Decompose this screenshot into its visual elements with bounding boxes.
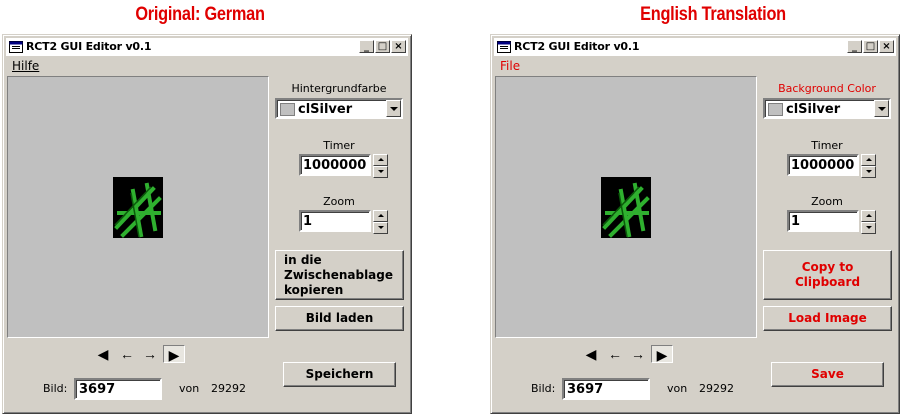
background-color-label: Background Color	[778, 82, 876, 95]
background-color-select[interactable]: clSilver	[763, 98, 891, 119]
first-arrow-icon[interactable]: ◀	[580, 345, 602, 363]
image-number-input[interactable]: 3697	[562, 378, 650, 400]
zoom-input[interactable]: 1	[787, 210, 859, 232]
next-arrow-icon[interactable]: →	[627, 345, 649, 363]
editor-window-english: RCT2 GUI Editor v0.1 _ □ × File Backgrou…	[490, 34, 900, 414]
load-image-button[interactable]: Load Image	[763, 306, 892, 331]
timer-up-button[interactable]	[373, 154, 388, 166]
copy-to-clipboard-button[interactable]: Copy to Clipboard	[763, 250, 892, 300]
dropdown-arrow-icon[interactable]	[386, 100, 401, 117]
sprite-image	[113, 177, 163, 238]
next-arrow-icon[interactable]: →	[139, 345, 161, 363]
sprite-canvas	[7, 76, 269, 338]
image-label: Bild:	[531, 382, 556, 395]
menu-help[interactable]: Hilfe	[12, 59, 39, 73]
zoom-up-button[interactable]	[373, 210, 388, 222]
zoom-down-button[interactable]	[861, 222, 876, 234]
zoom-stepper[interactable]	[373, 210, 388, 234]
close-icon[interactable]: ×	[879, 40, 894, 53]
zoom-stepper[interactable]	[861, 210, 876, 234]
minimize-icon[interactable]: _	[359, 40, 374, 53]
editor-window-german: RCT2 GUI Editor v0.1 _ □ × Hilfe Hinterg…	[2, 34, 412, 414]
title-bar[interactable]: RCT2 GUI Editor v0.1 _ □ ×	[494, 38, 896, 56]
background-color-value: clSilver	[298, 102, 353, 117]
maximize-icon[interactable]: □	[375, 40, 390, 53]
timer-up-button[interactable]	[861, 154, 876, 166]
load-image-button[interactable]: Bild laden	[275, 306, 404, 331]
last-arrow-icon[interactable]: ▶	[163, 345, 185, 363]
color-swatch	[768, 103, 783, 116]
minimize-icon[interactable]: _	[847, 40, 862, 53]
timer-down-button[interactable]	[861, 166, 876, 178]
timer-input[interactable]: 1000000	[787, 154, 859, 176]
save-button[interactable]: Save	[771, 362, 884, 387]
prev-arrow-icon[interactable]: ←	[116, 345, 138, 363]
timer-stepper[interactable]	[373, 154, 388, 178]
image-label: Bild:	[43, 382, 68, 395]
first-arrow-icon[interactable]: ◀	[92, 345, 114, 363]
sprite-canvas	[495, 76, 757, 338]
timer-input[interactable]: 1000000	[299, 154, 371, 176]
zoom-up-button[interactable]	[861, 210, 876, 222]
timer-label: Timer	[323, 139, 355, 152]
timer-down-button[interactable]	[373, 166, 388, 178]
close-icon[interactable]: ×	[391, 40, 406, 53]
total-count: 29292	[211, 382, 246, 395]
timer-label: Timer	[811, 139, 843, 152]
app-icon	[497, 41, 511, 53]
save-button[interactable]: Speichern	[283, 362, 396, 387]
menu-bar: Hilfe	[6, 57, 408, 74]
window-title: RCT2 GUI Editor v0.1	[514, 40, 640, 53]
zoom-label: Zoom	[811, 195, 843, 208]
of-label: von	[667, 382, 688, 395]
zoom-label: Zoom	[323, 195, 355, 208]
app-icon	[9, 41, 23, 53]
title-bar[interactable]: RCT2 GUI Editor v0.1 _ □ ×	[6, 38, 408, 56]
color-swatch	[280, 103, 295, 116]
copy-to-clipboard-button[interactable]: in die Zwischenablage kopieren	[275, 250, 404, 300]
background-color-select[interactable]: clSilver	[275, 98, 403, 119]
last-arrow-icon[interactable]: ▶	[651, 345, 673, 363]
caption-original: Original: German	[135, 4, 265, 25]
window-title: RCT2 GUI Editor v0.1	[26, 40, 152, 53]
zoom-down-button[interactable]	[373, 222, 388, 234]
caption-translation: English Translation	[640, 4, 786, 25]
background-color-value: clSilver	[786, 102, 841, 117]
maximize-icon[interactable]: □	[863, 40, 878, 53]
background-color-label: Hintergrundfarbe	[291, 82, 387, 95]
timer-stepper[interactable]	[861, 154, 876, 178]
image-number-input[interactable]: 3697	[74, 378, 162, 400]
total-count: 29292	[699, 382, 734, 395]
dropdown-arrow-icon[interactable]	[874, 100, 889, 117]
zoom-input[interactable]: 1	[299, 210, 371, 232]
menu-file[interactable]: File	[500, 59, 520, 73]
prev-arrow-icon[interactable]: ←	[604, 345, 626, 363]
sprite-image	[601, 177, 651, 238]
of-label: von	[179, 382, 200, 395]
menu-bar: File	[494, 57, 896, 74]
